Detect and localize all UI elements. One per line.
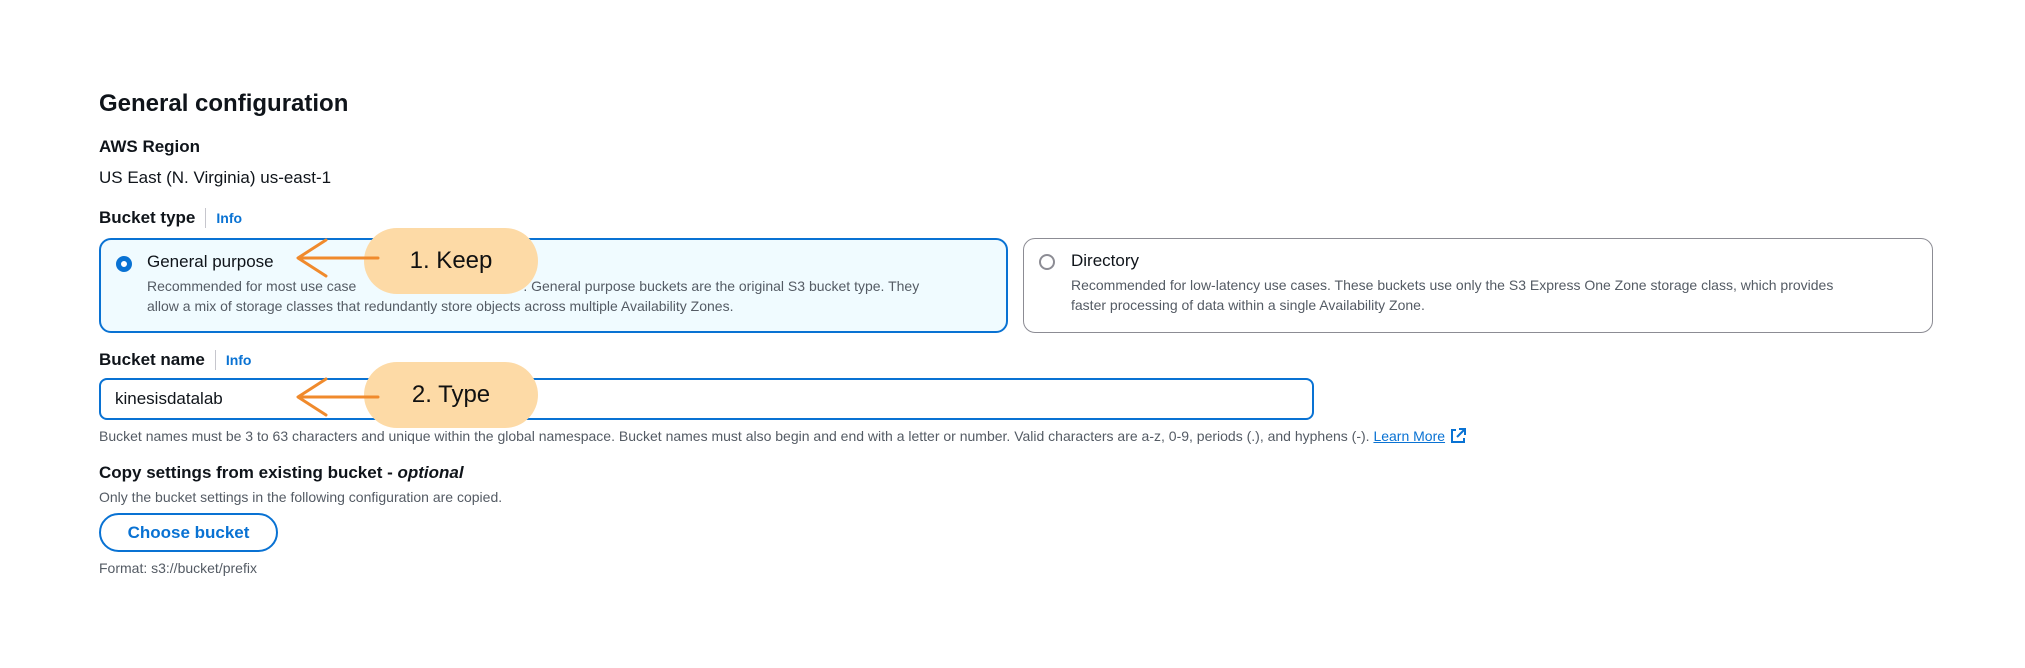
directory-desc-line2: faster processing of data within a singl… xyxy=(1071,297,1425,313)
general-purpose-desc-line1: Recommended for most use case . General p… xyxy=(147,276,919,296)
general-purpose-desc-part-a: Recommended for most use case xyxy=(147,278,357,294)
region-label: AWS Region xyxy=(99,137,201,156)
annotation-arrow-keep xyxy=(296,238,380,278)
bucket-name-header: Bucket name Info xyxy=(99,350,251,370)
copy-settings-label: Copy settings from existing bucket - opt… xyxy=(99,463,464,483)
bucket-name-input[interactable] xyxy=(99,378,1314,420)
bucket-name-label: Bucket name xyxy=(99,350,205,369)
bucket-name-hint-part-a: Bucket names must be 3 to 63 characters xyxy=(99,428,362,444)
directory-title: Directory xyxy=(1071,251,1140,270)
directory-desc-line1: Recommended for low-latency use cases. T… xyxy=(1071,277,1834,293)
copy-settings-label-text: Copy settings from existing bucket - xyxy=(99,463,398,482)
bucket-name-hint: Bucket names must be 3 to 63 characters … xyxy=(99,427,1467,445)
section-title: General configuration xyxy=(99,90,349,117)
bucket-type-info-link[interactable]: Info xyxy=(205,208,242,228)
bucket-type-general-purpose-tile[interactable]: General purpose Recommended for most use… xyxy=(99,238,1008,333)
general-purpose-desc-line2: allow a mix of storage classes that redu… xyxy=(147,298,734,314)
region-value: US East (N. Virginia) us-east-1 xyxy=(99,168,332,187)
bucket-type-header: Bucket type Info xyxy=(99,208,242,228)
directory-radio[interactable] xyxy=(1039,254,1055,270)
copy-settings-format-hint: Format: s3://bucket/prefix xyxy=(99,560,257,576)
bucket-type-label: Bucket type xyxy=(99,208,196,227)
optional-tag: optional xyxy=(397,463,464,482)
external-link-icon[interactable] xyxy=(1449,427,1467,445)
general-purpose-radio[interactable] xyxy=(116,256,132,272)
learn-more-link[interactable]: Learn More xyxy=(1373,428,1445,444)
annotation-callout-type: 2. Type xyxy=(364,362,538,428)
general-purpose-title: General purpose xyxy=(147,252,274,271)
choose-bucket-button[interactable]: Choose bucket xyxy=(99,513,278,552)
annotation-arrow-type xyxy=(296,377,380,417)
copy-settings-desc: Only the bucket settings in the followin… xyxy=(99,489,503,505)
general-purpose-desc-part-b: . General purpose buckets are the origin… xyxy=(523,278,920,294)
annotation-callout-keep: 1. Keep xyxy=(364,228,538,294)
bucket-type-directory-tile[interactable]: Directory Recommended for low-latency us… xyxy=(1023,238,1933,333)
bucket-name-hint-part-b: and unique within the global namespace. … xyxy=(361,428,1370,444)
bucket-name-info-link[interactable]: Info xyxy=(214,350,251,370)
